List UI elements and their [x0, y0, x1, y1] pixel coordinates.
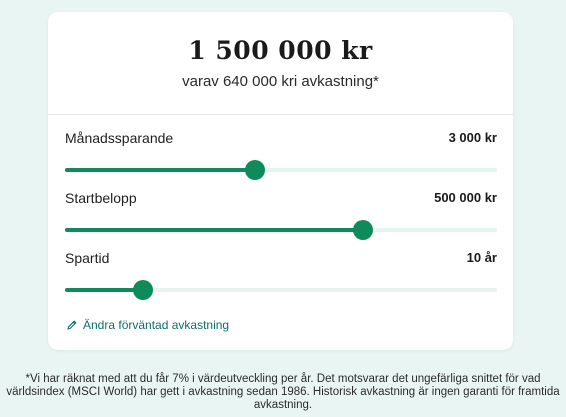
slider-thumb[interactable] [353, 220, 374, 240]
edit-link-label: Ändra förväntad avkastning [83, 318, 230, 332]
slider-value: 3 000 kr [448, 130, 497, 145]
slider-label: Spartid [65, 250, 110, 266]
slider-value: 500 000 kr [434, 190, 497, 205]
result-header: 1 500 000 kr varav 640 000 kri avkastnin… [48, 12, 513, 115]
return-subtitle: varav 640 000 kri avkastning* [182, 73, 379, 90]
slider-fill [65, 168, 256, 172]
slider-fill [65, 288, 143, 292]
slider-value: 10 år [466, 250, 497, 265]
savings-calculator-card: 1 500 000 kr varav 640 000 kri avkastnin… [48, 12, 513, 350]
slider-label: Startbelopp [65, 190, 137, 206]
total-amount: 1 500 000 kr [188, 36, 373, 65]
disclaimer-footnote: *Vi har räknat med att du får 7% i värde… [6, 373, 560, 411]
slider-fill [65, 228, 364, 232]
duration-slider[interactable] [65, 280, 497, 300]
edit-expected-return-link[interactable]: Ändra förväntad avkastning [66, 318, 229, 332]
start-amount-slider[interactable] [65, 220, 497, 240]
slider-thumb[interactable] [132, 280, 153, 300]
slider-label: Månadssparande [65, 130, 174, 146]
monthly-savings-slider[interactable] [65, 160, 497, 180]
pencil-icon [66, 319, 78, 331]
slider-thumb[interactable] [245, 160, 266, 180]
